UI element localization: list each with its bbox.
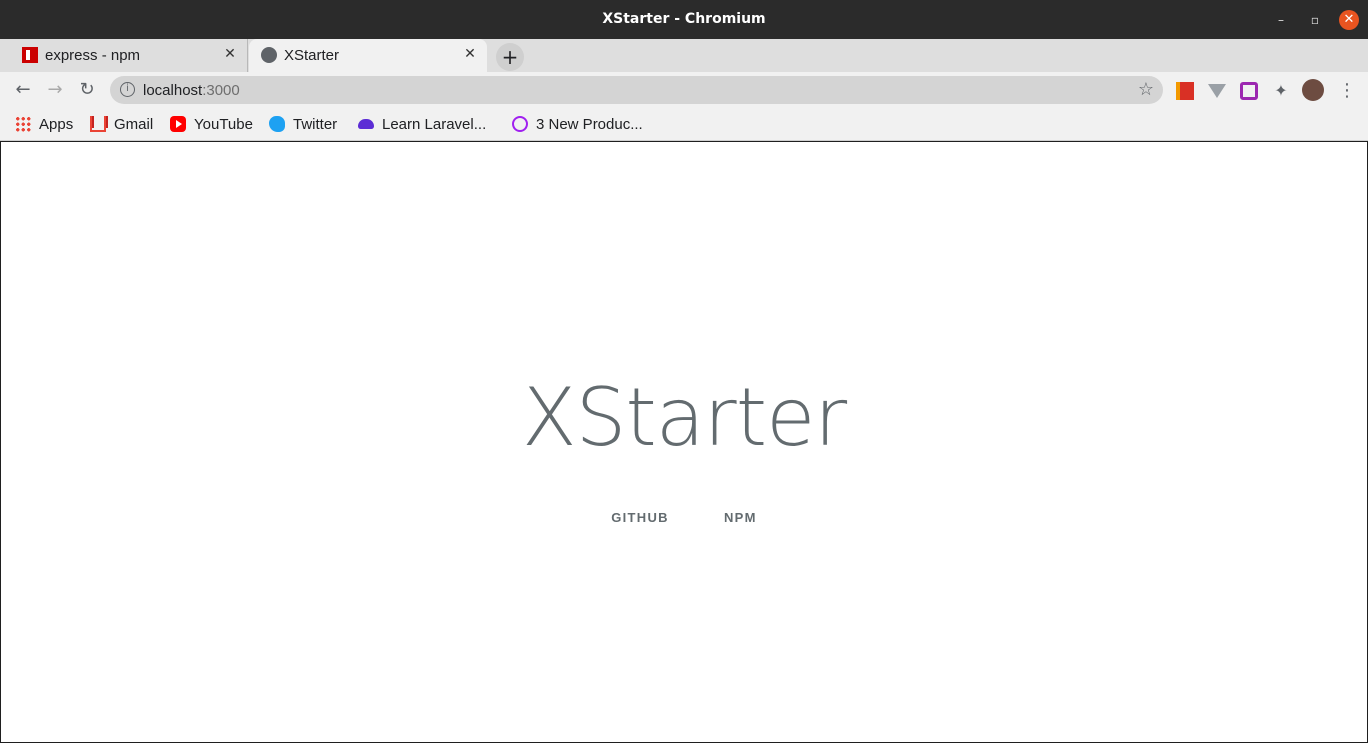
window-title: XStarter - Chromium xyxy=(602,11,766,27)
minimize-button[interactable]: – xyxy=(1271,10,1291,30)
square-extension-icon[interactable] xyxy=(1240,82,1258,100)
url-port: :3000 xyxy=(202,82,240,99)
apps-grid-icon xyxy=(15,116,31,132)
window-title-bar: XStarter - Chromium – ▫ ✕ xyxy=(0,0,1368,39)
npm-link[interactable]: NPM xyxy=(724,510,757,525)
laravel-cloud-icon xyxy=(358,119,374,129)
globe-icon xyxy=(261,47,277,63)
bookmark-learn-laravel[interactable]: Learn Laravel... xyxy=(358,114,486,136)
vue-devtools-icon[interactable] xyxy=(1208,84,1226,98)
browser-menu-icon[interactable]: ⋮ xyxy=(1338,82,1356,100)
bookmark-label: YouTube xyxy=(194,116,253,133)
puzzle-icon[interactable]: ✦ xyxy=(1272,82,1290,100)
tab-label: express - npm xyxy=(45,47,141,64)
bookmark-label: 3 New Produc... xyxy=(536,116,643,133)
bookmark-twitter[interactable]: Twitter xyxy=(269,114,337,136)
bookmark-label: Twitter xyxy=(293,116,338,133)
bookmark-gmail[interactable]: Gmail xyxy=(90,114,153,136)
links-row: GITHUB NPM xyxy=(1,507,1367,526)
url-text[interactable]: localhost:3000 xyxy=(143,82,240,99)
profile-avatar[interactable] xyxy=(1302,79,1324,101)
maximize-button[interactable]: ▫ xyxy=(1305,10,1325,30)
bookmark-apps[interactable]: Apps xyxy=(15,114,73,136)
twitter-icon xyxy=(269,116,285,132)
close-tab-icon[interactable]: ✕ xyxy=(221,45,239,63)
browser-toolbar: ← → ↻ i localhost:3000 ☆ ✦ ⋮ xyxy=(0,72,1368,108)
tab-strip: express - npm ✕ XStarter ✕ xyxy=(0,39,1368,72)
gmail-icon xyxy=(90,116,108,132)
forward-button[interactable]: → xyxy=(44,79,66,101)
bookmark-youtube[interactable]: YouTube xyxy=(170,114,253,136)
tab-xstarter[interactable]: XStarter ✕ xyxy=(249,39,487,72)
tab-express-npm[interactable]: express - npm ✕ xyxy=(10,39,248,72)
producthunt-icon xyxy=(512,116,528,132)
url-host: localhost xyxy=(143,82,203,99)
tab-label: XStarter xyxy=(284,47,340,64)
bookmark-star-icon[interactable]: ☆ xyxy=(1138,79,1154,100)
bookmark-label: Learn Laravel... xyxy=(382,116,487,133)
page-title: XStarter xyxy=(521,371,847,464)
bookmarks-bar: Apps Gmail YouTube Twitter Learn Laravel… xyxy=(0,108,1368,141)
bookmark-label: Apps xyxy=(39,116,74,133)
youtube-icon xyxy=(170,116,186,132)
address-bar[interactable]: i localhost:3000 ☆ xyxy=(110,76,1163,104)
github-link[interactable]: GITHUB xyxy=(611,510,669,525)
bookmark-producthunt[interactable]: 3 New Produc... xyxy=(512,114,643,136)
npm-icon xyxy=(22,47,38,63)
book-icon[interactable] xyxy=(1176,82,1194,100)
site-info-icon[interactable]: i xyxy=(120,82,135,97)
page-viewport: XStarter GITHUB NPM xyxy=(1,142,1367,742)
bookmark-label: Gmail xyxy=(114,116,154,133)
close-tab-icon[interactable]: ✕ xyxy=(461,45,479,63)
close-window-button[interactable]: ✕ xyxy=(1339,10,1359,30)
back-button[interactable]: ← xyxy=(12,79,34,101)
reload-button[interactable]: ↻ xyxy=(76,79,98,101)
new-tab-button[interactable]: + xyxy=(496,43,524,71)
